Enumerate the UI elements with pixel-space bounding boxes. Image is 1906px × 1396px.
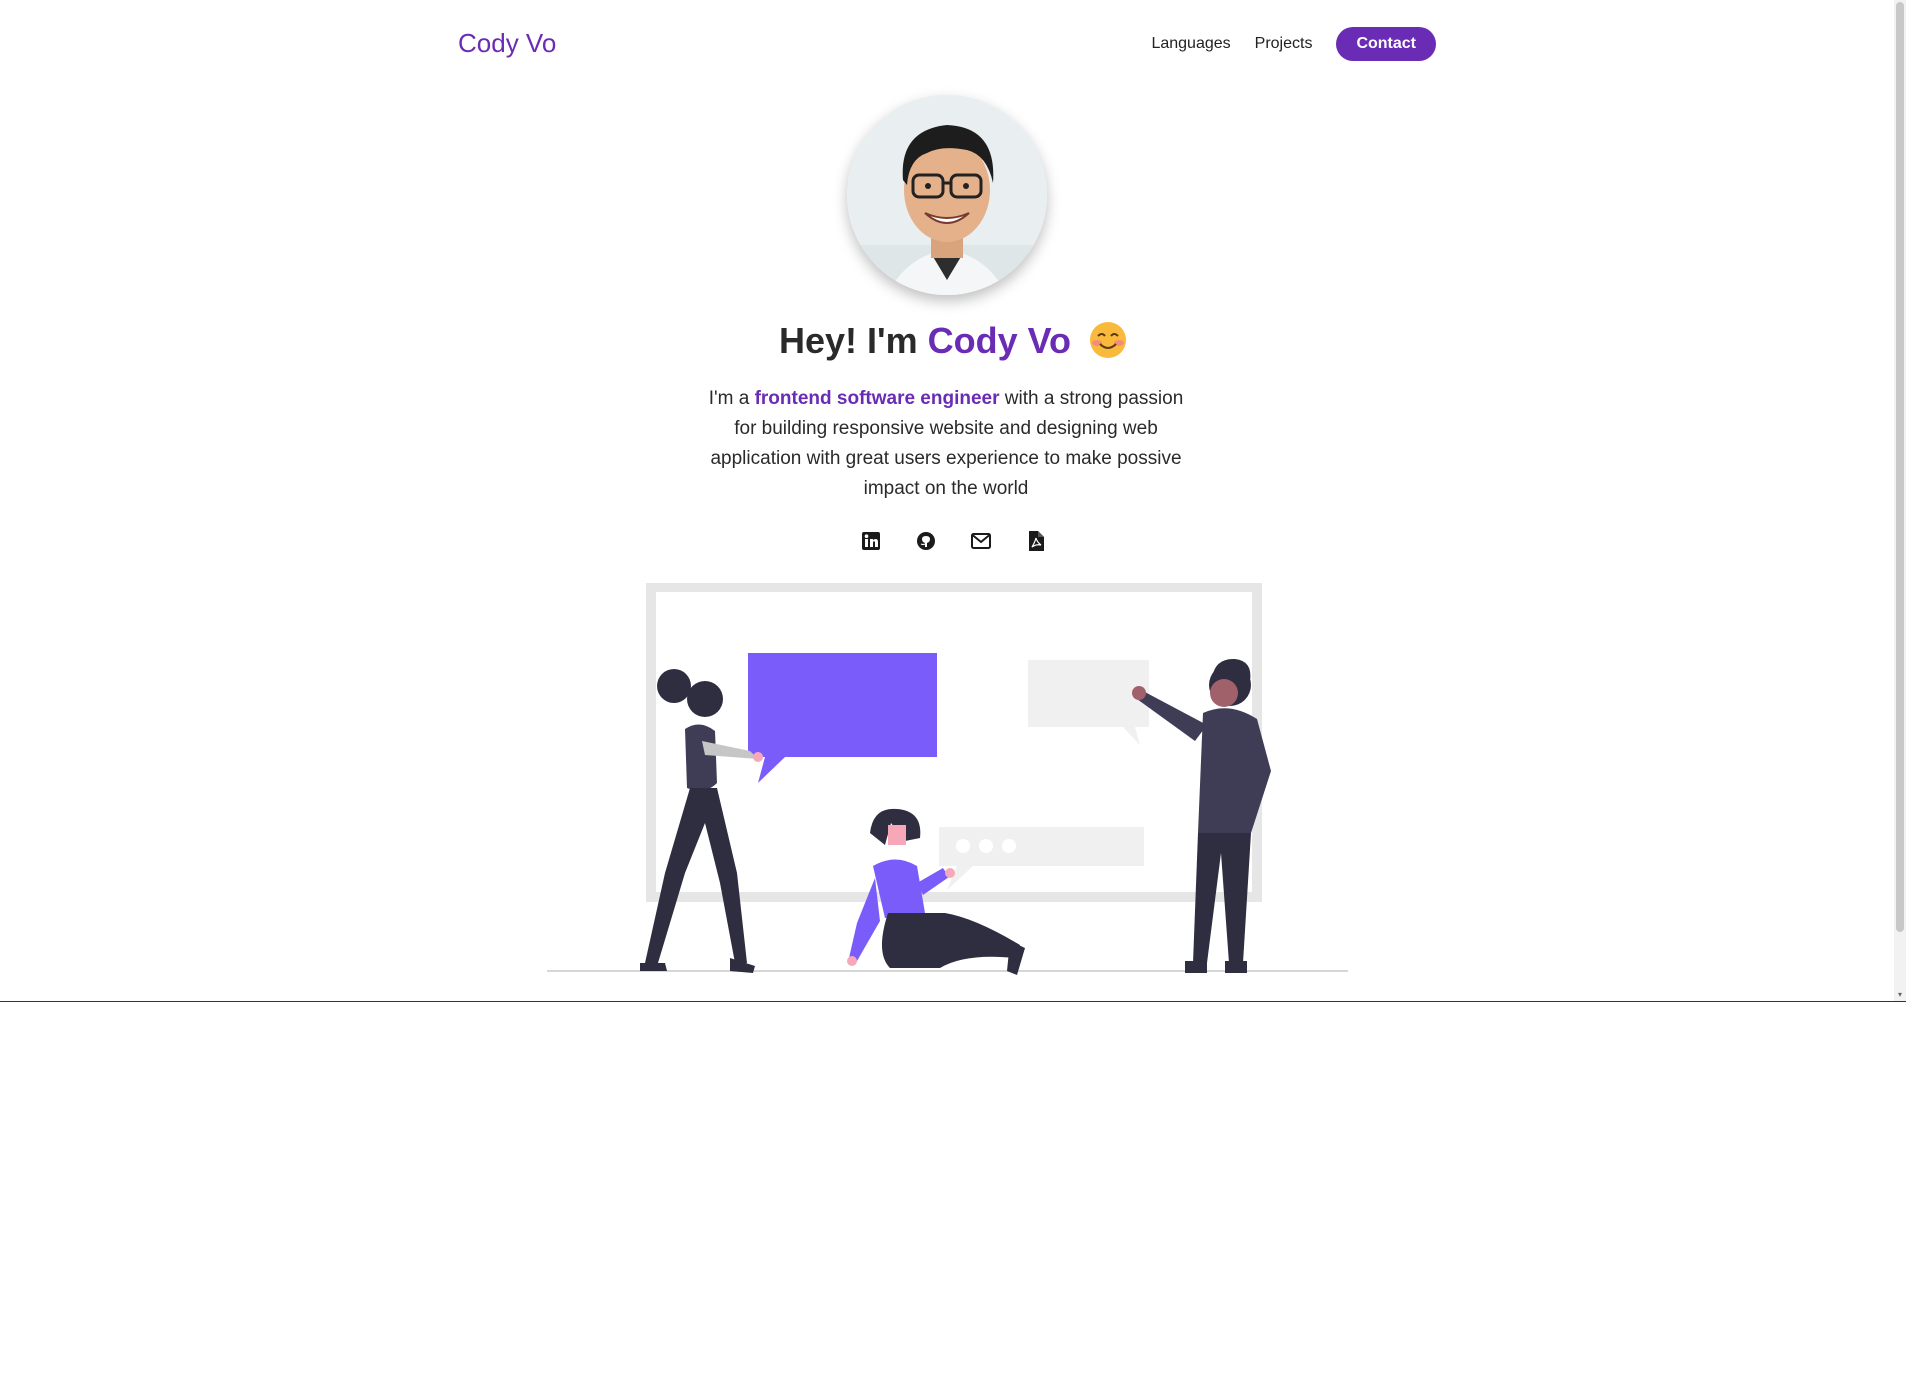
pdf-resume-icon[interactable]: [1025, 530, 1047, 552]
scrollbar-thumb[interactable]: [1896, 2, 1904, 932]
linkedin-icon[interactable]: [860, 530, 882, 552]
page-scrollbar[interactable]: ▾: [1894, 0, 1906, 1001]
brand-logo[interactable]: Cody Vo: [458, 28, 556, 59]
team-conversation-illustration: [547, 583, 1348, 975]
github-icon[interactable]: [915, 530, 937, 552]
profile-avatar: [847, 95, 1047, 295]
nav-link-languages[interactable]: Languages: [1151, 35, 1230, 53]
scroll-down-arrow-icon[interactable]: ▾: [1896, 991, 1904, 999]
navbar: Cody Vo Languages Projects Contact: [458, 22, 1436, 66]
nav-link-projects[interactable]: Projects: [1255, 35, 1313, 53]
browser-viewport: Cody Vo Languages Projects Contact Hey! …: [0, 0, 1906, 1002]
contact-button[interactable]: Contact: [1336, 27, 1436, 61]
hero-greeting: Hey! I'm: [779, 320, 918, 361]
intro-highlight: frontend software engineer: [754, 388, 1000, 409]
nav-links: Languages Projects Contact: [1127, 27, 1436, 61]
profile-photo: [847, 95, 1047, 295]
intro-prefix: I'm a: [708, 388, 750, 409]
hero-name: Cody Vo: [927, 320, 1071, 361]
hero-headline: Hey! I'm Cody Vo: [0, 320, 1906, 362]
smiling-emoji-icon: [1089, 322, 1126, 358]
social-links: [0, 530, 1906, 552]
email-icon[interactable]: [970, 530, 992, 552]
hero-intro: I'm a frontend software engineer with a …: [700, 384, 1192, 504]
